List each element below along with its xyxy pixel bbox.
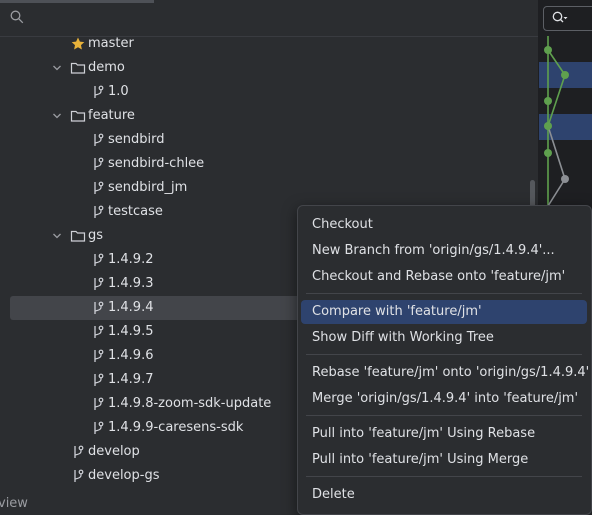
tree-row-label: feature — [88, 108, 135, 123]
tree-branch-row[interactable]: sendbird — [0, 128, 538, 152]
tree-row-label: gs — [88, 228, 104, 243]
menu-item-merge-origin-gs-1-4-9-4-into-feature-jm[interactable]: Merge 'origin/gs/1.4.9.4' into 'feature/… — [301, 387, 587, 411]
tree-row-label: sendbird-chlee — [108, 156, 205, 171]
branch-icon — [94, 301, 104, 314]
branch-icon — [94, 157, 104, 170]
tree-branch-row[interactable]: 1.0 — [0, 80, 538, 104]
menu-separator — [306, 293, 582, 294]
tree-row-label: sendbird — [108, 132, 165, 147]
tree-row-label: 1.4.9.9-caresens-sdk — [108, 420, 244, 435]
menu-item-compare-with-feature-jm[interactable]: Compare with 'feature/jm' — [301, 300, 587, 324]
tree-row-label: 1.0 — [108, 84, 129, 99]
branch-icon — [94, 373, 104, 386]
menu-item-checkout-and-rebase-onto-feature-jm[interactable]: Checkout and Rebase onto 'feature/jm' — [301, 265, 587, 289]
search-icon[interactable] — [10, 10, 24, 24]
branch-icon — [94, 325, 104, 338]
context-menu: Checkout New Branch from 'origin/gs/1.4.9… — [297, 205, 592, 515]
tree-row-label: 1.4.9.4 — [108, 300, 154, 315]
branch-icon — [74, 469, 84, 482]
menu-item-label: Compare with 'feature/jm' — [312, 304, 482, 319]
chevron-down-icon[interactable] — [51, 62, 63, 74]
menu-separator — [306, 415, 582, 416]
branch-icon — [94, 397, 104, 410]
tree-row-label: develop-gs — [88, 468, 160, 483]
folder-icon — [70, 62, 86, 74]
branch-icon — [94, 421, 104, 434]
menu-item-label: Pull into 'feature/jm' Using Rebase — [312, 426, 536, 441]
menu-item-label: Delete — [312, 487, 355, 502]
tree-folder-row[interactable]: demo — [0, 56, 538, 80]
folder-icon — [70, 110, 86, 122]
tree-row-label: testcase — [108, 204, 163, 219]
tree-row-label: sendbird_jm — [108, 180, 188, 195]
menu-item-delete[interactable]: Delete — [301, 483, 587, 507]
branch-icon — [94, 133, 104, 146]
tree-row-label: demo — [88, 60, 125, 75]
folder-icon — [70, 230, 86, 242]
tree-row-label: 1.4.9.2 — [108, 252, 154, 267]
branch-icon — [94, 277, 104, 290]
tree-row-label: 1.4.9.7 — [108, 372, 154, 387]
bottom-tab-label[interactable]: view — [0, 496, 28, 511]
menu-item-label: New Branch from 'origin/gs/1.4.9.4'... — [312, 243, 555, 258]
star-icon — [71, 37, 85, 50]
tree-row-label: 1.4.9.6 — [108, 348, 154, 363]
menu-item-new-branch-from-origin-gs-1-4-9-4[interactable]: New Branch from 'origin/gs/1.4.9.4'... — [301, 239, 587, 263]
menu-item-label: Checkout — [312, 217, 373, 232]
menu-separator — [306, 354, 582, 355]
branch-icon — [94, 205, 104, 218]
tree-branch-row[interactable]: sendbird_jm — [0, 176, 538, 200]
chevron-down-icon[interactable] — [51, 110, 63, 122]
chevron-down-icon[interactable] — [51, 230, 63, 242]
tree-row-label: develop — [88, 444, 140, 459]
branch-icon — [74, 445, 84, 458]
menu-item-label: Pull into 'feature/jm' Using Merge — [312, 452, 529, 467]
menu-item-label: Show Diff with Working Tree — [312, 330, 494, 345]
menu-item-checkout[interactable]: Checkout — [301, 213, 587, 237]
tree-row-label: 1.4.9.3 — [108, 276, 154, 291]
tree-row-label: master — [88, 36, 134, 51]
branch-icon — [94, 181, 104, 194]
branch-icon — [94, 253, 104, 266]
menu-item-label: Rebase 'feature/jm' onto 'origin/gs/1.4.… — [312, 365, 590, 380]
branch-icon — [94, 85, 104, 98]
tree-branch-row[interactable]: sendbird-chlee — [0, 152, 538, 176]
tree-branch-row[interactable]: master — [0, 32, 538, 56]
menu-item-label: Merge 'origin/gs/1.4.9.4' into 'feature/… — [312, 391, 579, 406]
menu-separator — [306, 476, 582, 477]
tree-folder-row[interactable]: feature — [0, 104, 538, 128]
menu-item-label: Checkout and Rebase onto 'feature/jm' — [312, 269, 566, 284]
search-dropdown-icon[interactable] — [552, 11, 568, 25]
menu-item-rebase-feature-jm-onto-origin-gs-1-4-9-4[interactable]: Rebase 'feature/jm' onto 'origin/gs/1.4.… — [301, 361, 590, 385]
menu-item-show-diff-with-working-tree[interactable]: Show Diff with Working Tree — [301, 326, 587, 350]
branch-icon — [94, 349, 104, 362]
tree-row-label: 1.4.9.8-zoom-sdk-update — [108, 396, 272, 411]
menu-item-pull-into-feature-jm-using-rebase[interactable]: Pull into 'feature/jm' Using Rebase — [301, 422, 587, 446]
menu-item-pull-into-feature-jm-using-merge[interactable]: Pull into 'feature/jm' Using Merge — [301, 448, 587, 472]
tree-row-label: 1.4.9.5 — [108, 324, 154, 339]
